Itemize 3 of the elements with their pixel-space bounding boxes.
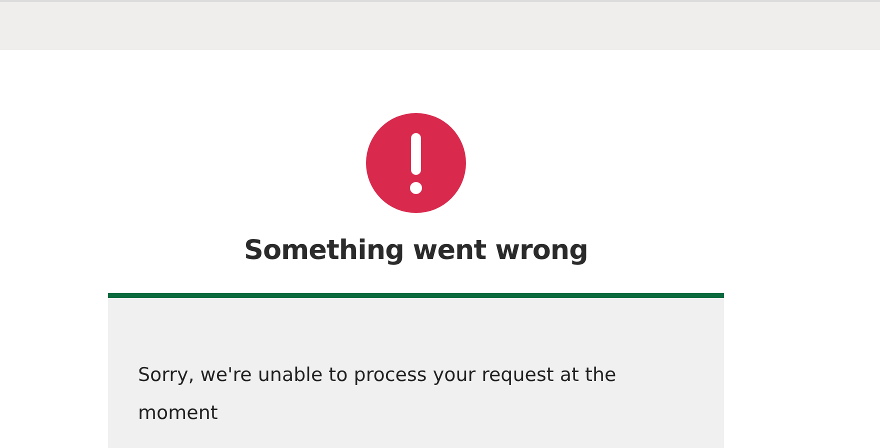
error-title: Something went wrong [244,235,588,268]
error-message: Sorry, we're unable to process your request at the moment [138,363,618,426]
error-icon [366,113,466,213]
